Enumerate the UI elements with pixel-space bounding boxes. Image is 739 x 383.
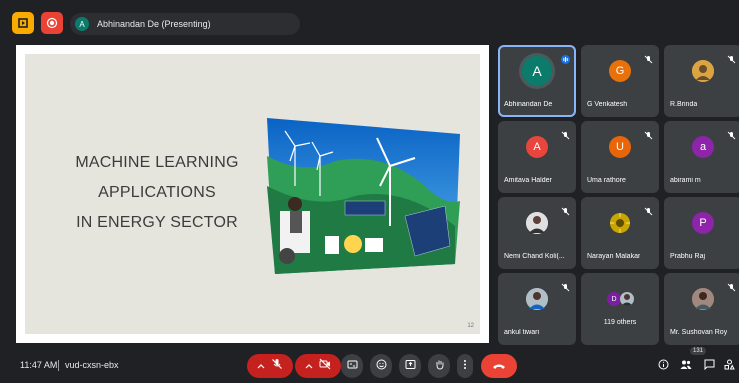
participant-name: Prabhu Raj (670, 253, 706, 260)
participant-tile[interactable]: Mr. Sushovan Roy (664, 273, 739, 345)
participant-avatar: A (522, 55, 552, 86)
participant-photo (609, 211, 631, 234)
participant-tile[interactable]: G G Venkatesh (581, 45, 659, 117)
others-tile[interactable]: D 119 others (581, 273, 659, 345)
more-vert-icon (463, 357, 467, 375)
mic-off-icon (644, 203, 653, 216)
participant-tile[interactable]: Nemi Chand Koli(... (498, 197, 576, 269)
emoji-icon (376, 357, 387, 375)
participant-tile[interactable]: Narayan Malakar (581, 197, 659, 269)
mic-off-icon (727, 279, 736, 292)
captions-icon (347, 357, 358, 375)
participant-photo (692, 59, 714, 82)
participant-avatar: A (526, 135, 548, 158)
participant-photo (692, 287, 714, 310)
present-button[interactable] (399, 354, 421, 378)
end-call-icon (492, 357, 506, 375)
participant-tile[interactable]: a abirami m (664, 121, 739, 193)
others-count: 119 others (603, 319, 637, 326)
camera-off-icon[interactable] (319, 357, 331, 375)
clock: 11:47 AM (20, 360, 58, 370)
participant-tile[interactable]: P Prabhu Raj (664, 197, 739, 269)
participant-avatar: U (609, 135, 631, 158)
meeting-details-button[interactable] (654, 357, 672, 375)
participant-avatar: a (692, 135, 714, 158)
slide-title-line-2: APPLICATIONS (98, 184, 216, 201)
people-button[interactable] (677, 357, 695, 375)
participant-name: Mr. Sushovan Roy (670, 329, 728, 336)
chat-button[interactable] (700, 357, 718, 375)
mic-off-icon[interactable] (271, 357, 283, 375)
top-bar: A Abhinandan De (Presenting) (0, 0, 739, 44)
more-options-button[interactable] (457, 354, 473, 378)
activities-icon (724, 357, 735, 375)
captions-button[interactable] (341, 354, 363, 378)
chat-icon (704, 357, 715, 375)
raise-hand-button[interactable] (428, 354, 450, 378)
presentation-stage: MACHINE LEARNING APPLICATIONS IN ENERGY … (16, 45, 489, 343)
participant-count-badge: 131 (690, 347, 707, 355)
record-icon[interactable] (41, 12, 63, 34)
divider (58, 360, 59, 371)
activities-button[interactable] (720, 357, 738, 375)
meeting-code: vud-cxsn-ebx (65, 360, 119, 370)
mic-off-icon (561, 127, 570, 140)
mic-off-icon (561, 279, 570, 292)
participant-tile[interactable]: A Amitava Halder (498, 121, 576, 193)
participant-name: abirami m (670, 177, 701, 184)
info-icon (658, 357, 669, 375)
participant-tile[interactable]: U Uma rathore (581, 121, 659, 193)
present-screen-icon (405, 357, 416, 375)
bottom-bar: 11:47 AM vud-cxsn-ebx 131 (0, 346, 739, 383)
participant-name: Uma rathore (587, 177, 626, 184)
microphone-control[interactable] (247, 354, 293, 378)
chevron-up-icon[interactable] (305, 357, 313, 375)
speaking-icon (561, 51, 570, 64)
participant-avatar: D (607, 292, 621, 306)
presentation-icon[interactable] (12, 12, 34, 34)
reactions-button[interactable] (370, 354, 392, 378)
chevron-up-icon[interactable] (257, 357, 265, 375)
participant-tile[interactable]: R.Brinda (664, 45, 739, 117)
camera-control[interactable] (295, 354, 341, 378)
leave-call-button[interactable] (481, 354, 517, 378)
participant-name: ankul tiwari (504, 329, 540, 336)
presenting-label: Abhinandan De (Presenting) (97, 19, 211, 29)
participant-name: Abhinandan De (504, 101, 553, 108)
hand-icon (434, 357, 445, 375)
participant-name: Narayan Malakar (587, 253, 641, 260)
slide-page-number: 12 (467, 323, 474, 329)
participant-name: Amitava Halder (504, 177, 552, 184)
participant-photo (526, 211, 548, 234)
participant-photo (620, 292, 634, 306)
presenting-indicator[interactable]: A Abhinandan De (Presenting) (70, 13, 300, 35)
presenter-avatar: A (75, 17, 89, 31)
mic-off-icon (727, 51, 736, 64)
slide-title-line-1: MACHINE LEARNING (75, 154, 239, 171)
participant-photo (526, 287, 548, 310)
participant-avatar: P (692, 211, 714, 234)
participant-name: G Venkatesh (587, 101, 628, 108)
participant-tile[interactable]: A Abhinandan De (498, 45, 576, 117)
slide: MACHINE LEARNING APPLICATIONS IN ENERGY … (25, 54, 480, 334)
mic-off-icon (561, 203, 570, 216)
participant-avatar: G (609, 59, 631, 82)
mic-off-icon (644, 51, 653, 64)
participant-name: Nemi Chand Koli(... (504, 253, 565, 260)
energy-illustration (267, 118, 460, 274)
participant-tile[interactable]: ankul tiwari (498, 273, 576, 345)
participant-name: R.Brinda (670, 101, 698, 108)
people-icon (680, 357, 692, 375)
mic-off-icon (644, 127, 653, 140)
slide-title-line-3: IN ENERGY SECTOR (76, 214, 238, 231)
mic-off-icon (727, 127, 736, 140)
